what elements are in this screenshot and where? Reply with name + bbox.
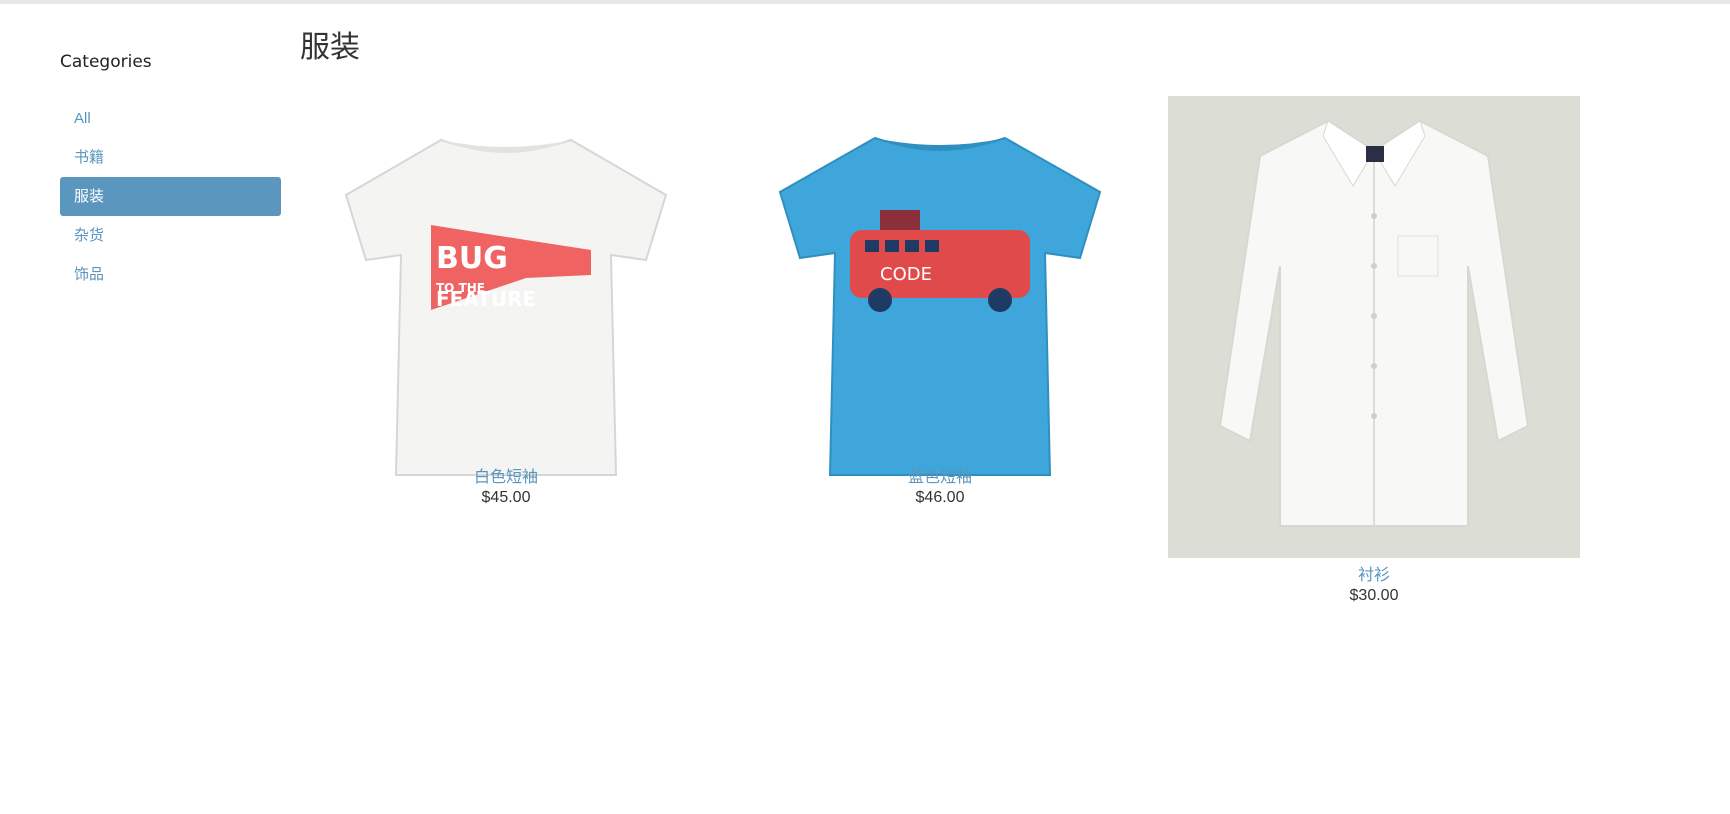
white-shirt-image[interactable] <box>1168 96 1580 558</box>
category-clothing[interactable]: 服装 <box>60 177 281 216</box>
product-name[interactable]: 衬衫 <box>1164 566 1584 586</box>
page-title: 服装 <box>300 30 360 65</box>
category-sidebar: Categories All 书籍 服装 杂货 饰品 <box>60 50 281 294</box>
category-books[interactable]: 书籍 <box>60 138 281 177</box>
product-price: $45.00 <box>481 489 531 506</box>
white-tshirt-image[interactable]: BUG TO THE FEATURE <box>321 120 691 490</box>
product-card: CODE 蓝色短袖 $46.00 <box>730 120 1150 508</box>
tshirt-print-text: CODE <box>880 264 932 285</box>
sidebar-title: Categories <box>60 52 152 72</box>
category-accessories[interactable]: 饰品 <box>60 255 281 294</box>
product-name[interactable]: 白色短袖 <box>296 468 716 488</box>
tshirt-print-text: BUG <box>436 241 508 276</box>
product-price: $46.00 <box>915 489 965 506</box>
blue-tshirt-image[interactable]: CODE <box>755 120 1125 490</box>
svg-text:FEATURE: FEATURE <box>436 287 536 311</box>
category-groceries[interactable]: 杂货 <box>60 216 281 255</box>
product-card: BUG TO THE FEATURE 白色短袖 $45.00 <box>296 120 716 508</box>
product-card: 衬衫 $30.00 <box>1164 96 1584 606</box>
category-all[interactable]: All <box>60 99 281 138</box>
product-name[interactable]: 蓝色短袖 <box>730 468 1150 488</box>
product-price: $30.00 <box>1349 587 1399 604</box>
top-border <box>0 0 1730 4</box>
